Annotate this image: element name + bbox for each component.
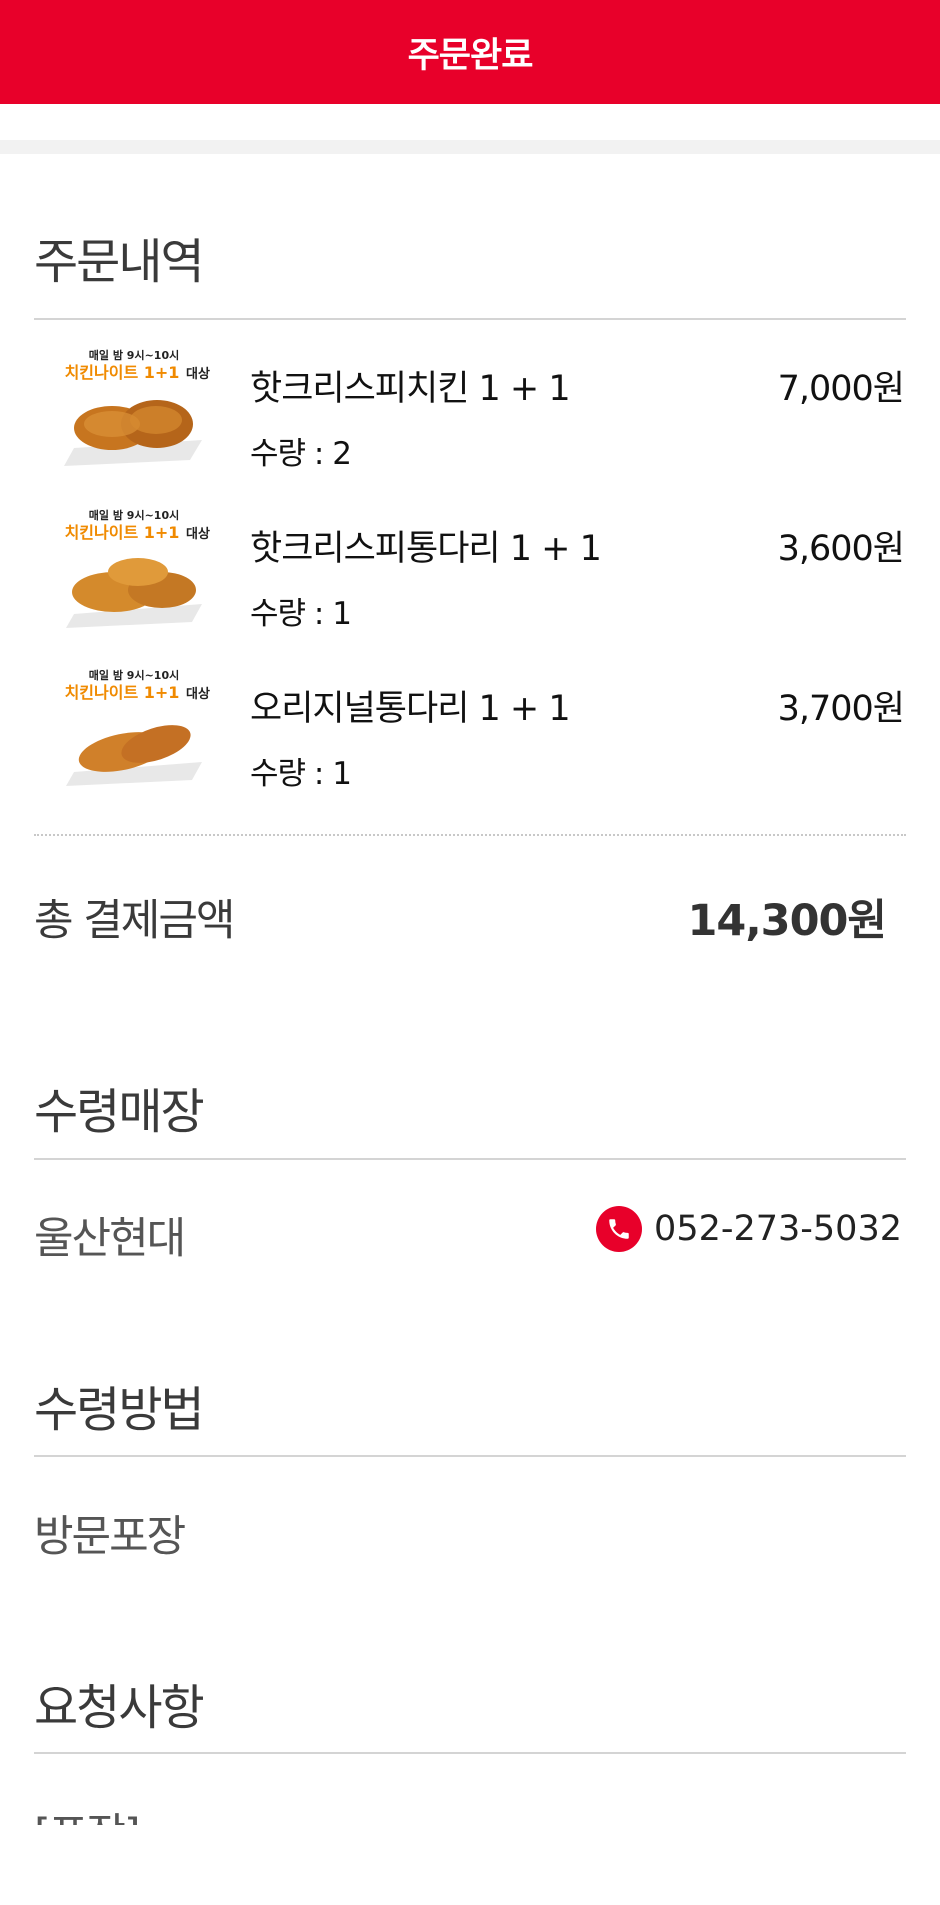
request-value-clip: [포장] — [0, 1800, 940, 1825]
divider — [34, 1455, 906, 1457]
item-name: 핫크리스피치킨 1 + 1 — [250, 369, 571, 409]
order-item: 매일 밤 9시~10시 치킨나이트 1+1 대상 오리지널통다리 1 + 1 수… — [0, 658, 940, 798]
promo-main-text: 치킨나이트 1+1 — [65, 683, 180, 702]
chicken-thumbnail: 매일 밤 9시~10시 치킨나이트 1+1 대상 — [65, 668, 210, 786]
promo-tag-text: 대상 — [186, 367, 210, 382]
pickup-method-title: 수령방법 — [34, 1382, 205, 1438]
store-name: 울산현대 — [34, 1214, 186, 1264]
item-name: 핫크리스피통다리 1 + 1 — [250, 529, 602, 569]
promo-tag-text: 대상 — [186, 687, 210, 702]
promo-main-text: 치킨나이트 1+1 — [65, 363, 180, 382]
dotted-divider — [34, 834, 906, 836]
section-divider-band — [0, 140, 940, 154]
store-phone-number[interactable]: 052-273-5032 — [654, 1209, 902, 1249]
item-name: 오리지널통다리 1 + 1 — [250, 689, 571, 729]
promo-top-text: 매일 밤 9시~10시 — [89, 508, 179, 522]
item-quantity: 수량 : 2 — [250, 436, 352, 472]
store-phone-button[interactable]: 052-273-5032 — [596, 1206, 902, 1252]
order-item: 매일 밤 9시~10시 치킨나이트 1+1 대상 핫크리스피통다리 1 + 1 … — [0, 498, 940, 638]
divider — [34, 1752, 906, 1754]
pickup-store-title: 수령매장 — [34, 1084, 205, 1140]
divider — [34, 318, 906, 320]
chicken-thumbnail: 매일 밤 9시~10시 치킨나이트 1+1 대상 — [65, 508, 210, 628]
promo-main-text: 치킨나이트 1+1 — [65, 523, 180, 542]
phone-icon[interactable] — [596, 1206, 643, 1252]
pickup-method-value: 방문포장 — [34, 1512, 186, 1562]
item-quantity: 수량 : 1 — [250, 596, 352, 632]
promo-top-text: 매일 밤 9시~10시 — [89, 668, 179, 682]
divider — [34, 1158, 906, 1160]
total-payment-label: 총 결제금액 — [34, 896, 235, 946]
chicken-thumbnail: 매일 밤 9시~10시 치킨나이트 1+1 대상 — [64, 348, 210, 466]
item-quantity: 수량 : 1 — [250, 756, 352, 792]
request-value: [포장] — [34, 1800, 141, 1825]
top-bar: 주문완료 — [0, 0, 940, 104]
item-price: 7,000원 — [777, 369, 905, 409]
item-price: 3,600원 — [777, 529, 905, 569]
total-payment-amount: 14,300원 — [687, 896, 887, 946]
order-item: 매일 밤 9시~10시 치킨나이트 1+1 대상 핫크리스피치킨 1 + 1 수… — [0, 338, 940, 478]
page-title: 주문완료 — [407, 35, 534, 76]
item-price: 3,700원 — [777, 689, 905, 729]
order-history-title: 주문내역 — [34, 234, 205, 290]
requests-title: 요청사항 — [34, 1680, 205, 1736]
promo-tag-text: 대상 — [186, 527, 210, 542]
promo-top-text: 매일 밤 9시~10시 — [89, 348, 179, 362]
